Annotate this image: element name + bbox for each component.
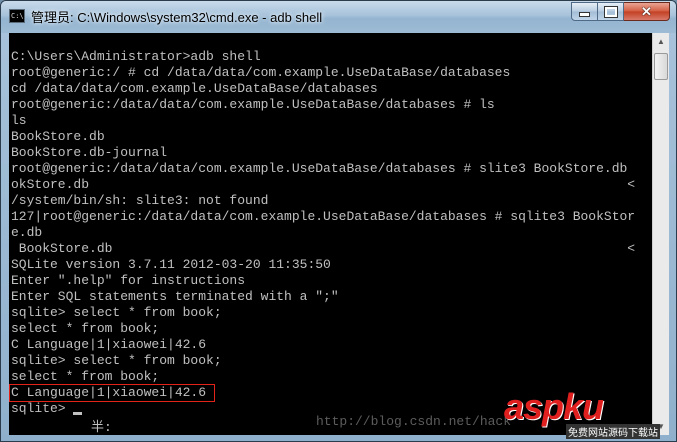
scrollbar-thumb[interactable] [654, 53, 668, 80]
console-line: cd /data/data/com.example.UseDataBase/da… [11, 81, 378, 96]
console-line: root@generic:/ # cd /data/data/com.examp… [11, 65, 511, 80]
scroll-up-button[interactable]: ▲ [653, 33, 669, 50]
console-line: SQLite version 3.7.11 2012-03-20 11:35:5… [11, 257, 331, 272]
console-line: sqlite> select * from book; [11, 353, 222, 368]
watermark-url: http://blog.csdn.net/hack [316, 414, 512, 429]
window-controls: ✕ [571, 2, 670, 21]
cmd-window: C:\ 管理员: C:\Windows\system32\cmd.exe - a… [0, 0, 677, 442]
minimize-button[interactable] [571, 2, 598, 21]
console-line: BookStore.db [11, 129, 105, 144]
console-line: select * from book; [11, 369, 160, 384]
close-button[interactable]: ✕ [624, 2, 670, 21]
console-line: C Language|1|xiaowei|42.6 [11, 337, 207, 352]
console-line: e.db [11, 225, 43, 240]
title-bar[interactable]: C:\ 管理员: C:\Windows\system32\cmd.exe - a… [1, 1, 676, 33]
console-line: Enter ".help" for instructions [11, 273, 246, 288]
watermark-logo: aspku [504, 386, 604, 427]
console-line: root@generic:/data/data/com.example.UseD… [11, 97, 495, 112]
arrow-up-icon: ▲ [657, 37, 665, 46]
console-line: /system/bin/sh: slite3: not found [11, 193, 269, 208]
console-line: ls [11, 113, 27, 128]
console-output[interactable]: C:\Users\Administrator>adb shell root@gen… [9, 33, 652, 435]
console-line: root@generic:/data/data/com.example.UseD… [11, 161, 628, 176]
console-line: Enter SQL statements terminated with a "… [11, 289, 339, 304]
window-title: 管理员: C:\Windows\system32\cmd.exe - adb s… [31, 10, 323, 25]
maximize-icon [603, 5, 618, 18]
maximize-button[interactable] [598, 2, 624, 21]
console-line: BookStore.db < [11, 241, 636, 256]
minimize-icon [579, 12, 590, 17]
result-highlight-box [9, 384, 215, 402]
console-line: select * from book; [11, 321, 160, 336]
console-line: BookStore.db-journal [11, 145, 168, 160]
ime-indicator[interactable]: 半: [91, 416, 112, 435]
watermark-logo-subtitle: 免费网站源码下载站 [566, 424, 660, 439]
text-cursor [73, 412, 82, 415]
console-line: okStore.db < [11, 177, 636, 192]
close-icon: ✕ [641, 3, 652, 19]
console-lines: C:\Users\Administrator>adb shell root@gen… [11, 49, 635, 417]
console-line: C:\Users\Administrator>adb shell [11, 49, 261, 64]
console-line: 127|root@generic:/data/data/com.example.… [11, 209, 636, 224]
vertical-scrollbar[interactable]: ▲ ▼ [652, 33, 669, 435]
cmd-icon[interactable]: C:\ [9, 9, 25, 23]
console-line: sqlite> select * from book; [11, 305, 222, 320]
